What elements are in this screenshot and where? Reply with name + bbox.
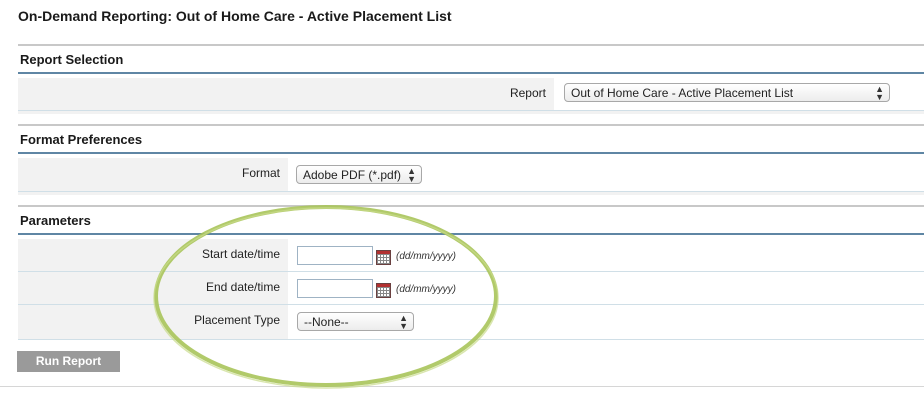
report-label-cell: Report [18,78,554,110]
section-format-preferences: Format Preferences [18,124,924,154]
calendar-icon[interactable] [376,250,391,265]
section-title: Parameters [20,213,91,228]
end-date-label: End date/time [205,280,280,294]
start-date-label: Start date/time [201,247,280,261]
placement-field-cell: --None-- ▲ ▼ [288,305,924,339]
page-title: On-Demand Reporting: Out of Home Care - … [18,8,452,24]
up-down-arrows-icon: ▲ ▼ [875,84,884,102]
report-select[interactable]: Out of Home Care - Active Placement List… [564,83,890,102]
end-label-cell: End date/time [18,272,288,304]
start-label-cell: Start date/time [18,239,288,271]
placement-label-cell: Placement Type [18,305,288,339]
placement-type-row: Placement Type --None-- ▲ ▼ [18,305,924,340]
section-title: Format Preferences [20,132,143,147]
footer-divider [0,386,924,387]
format-label-cell: Format [18,158,288,191]
report-field-cell: Out of Home Care - Active Placement List… [554,78,924,110]
calendar-icon[interactable] [376,283,391,298]
format-select-value: Adobe PDF (*.pdf) [303,168,402,182]
start-date-format-hint: (dd/mm/yyyy) [396,251,456,262]
up-down-arrows-icon: ▲ ▼ [399,313,408,331]
report-label: Report [509,86,546,100]
placement-type-value: --None-- [304,315,349,329]
end-date-format-hint: (dd/mm/yyyy) [396,284,456,295]
divider [18,111,924,114]
divider [18,192,924,195]
report-select-value: Out of Home Care - Active Placement List [571,86,794,100]
placement-type-select[interactable]: --None-- ▲ ▼ [297,312,414,331]
format-row: Format Adobe PDF (*.pdf) ▲ ▼ [18,158,924,192]
report-row: Report Out of Home Care - Active Placeme… [18,78,924,111]
section-report-selection: Report Selection [18,44,924,74]
placement-type-label: Placement Type [194,313,280,327]
end-field-cell: (dd/mm/yyyy) [288,272,924,304]
start-date-row: Start date/time (dd/mm/yyyy) [18,239,924,272]
run-report-button[interactable]: Run Report [17,351,120,372]
up-down-arrows-icon: ▲ ▼ [407,166,416,184]
format-label: Format [241,166,280,180]
section-parameters: Parameters [18,205,924,235]
format-select[interactable]: Adobe PDF (*.pdf) ▲ ▼ [296,165,422,184]
start-field-cell: (dd/mm/yyyy) [288,239,924,271]
end-date-input[interactable] [297,279,373,298]
section-title: Report Selection [20,52,124,67]
end-date-row: End date/time (dd/mm/yyyy) [18,272,924,305]
format-field-cell: Adobe PDF (*.pdf) ▲ ▼ [288,158,924,191]
start-date-input[interactable] [297,246,373,265]
